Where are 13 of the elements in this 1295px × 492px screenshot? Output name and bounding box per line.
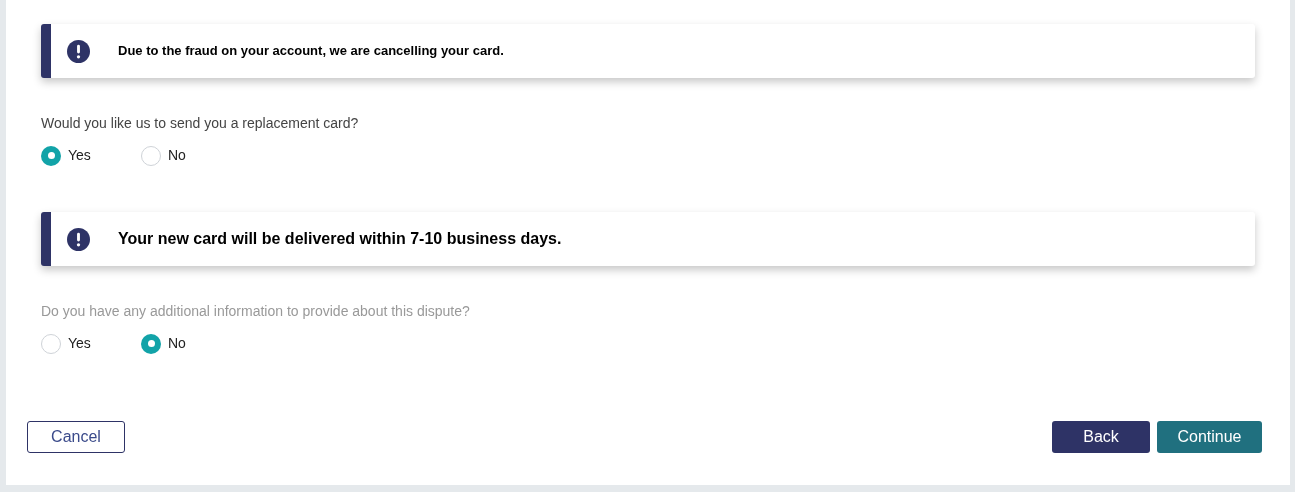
continue-button[interactable]: Continue xyxy=(1157,421,1262,453)
exclamation-icon xyxy=(67,227,90,251)
alert-message: Due to the fraud on your account, we are cancelling your card. xyxy=(118,42,504,61)
cancel-button[interactable]: Cancel xyxy=(27,421,125,453)
exclamation-icon xyxy=(67,39,90,63)
alert-message: Your new card will be delivered within 7-10 business days. xyxy=(118,229,562,249)
question-text: Would you like us to send you a replacement card? xyxy=(41,114,360,133)
radio-option[interactable]: No xyxy=(141,145,241,166)
radio-option[interactable]: Yes xyxy=(41,145,141,166)
radio-option[interactable]: Yes xyxy=(41,333,141,354)
radio-option[interactable]: No xyxy=(141,333,241,354)
question-text: Do you have any additional information to provide about this dispute? xyxy=(41,302,471,321)
back-button[interactable]: Back xyxy=(1052,421,1150,453)
